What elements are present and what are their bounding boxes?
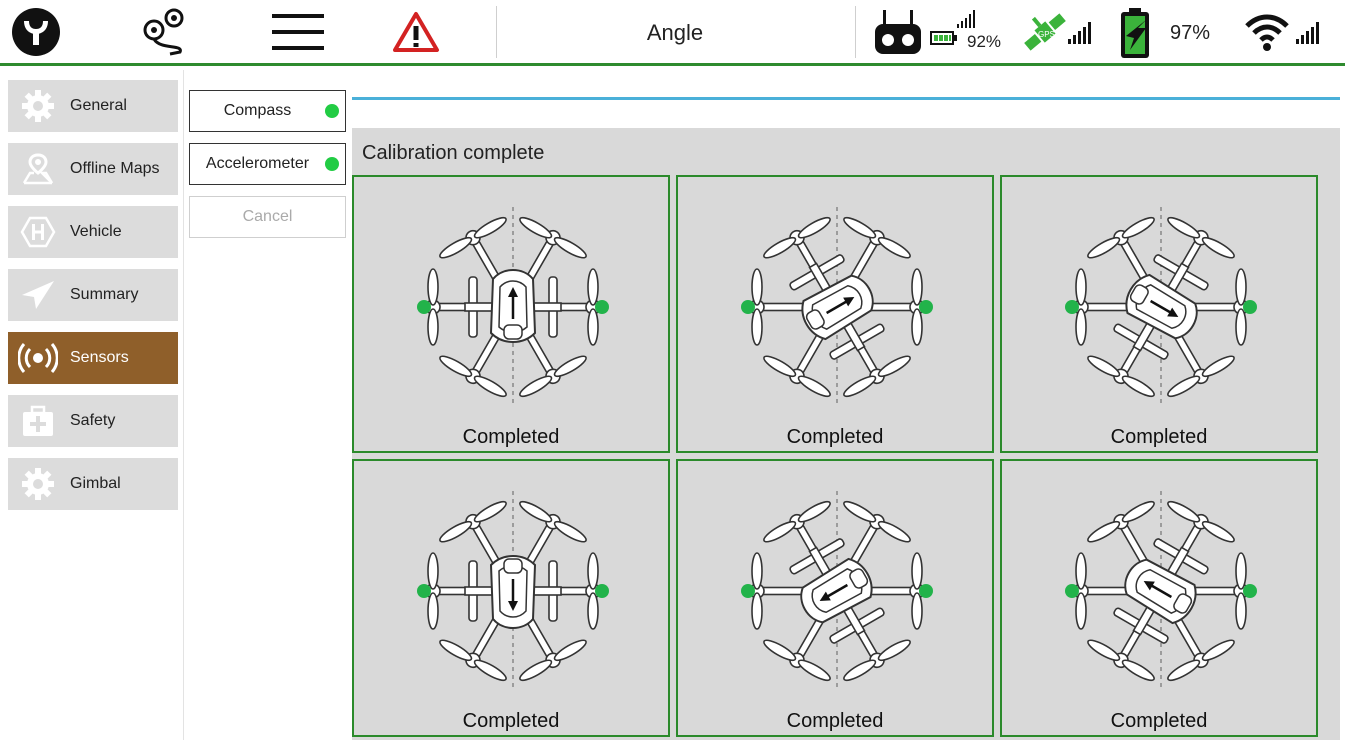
paper-plane-icon (18, 275, 58, 315)
remote-controller-icon[interactable] (873, 6, 923, 58)
drone-orientation-icon (1065, 207, 1257, 407)
sidebar-item-label: Summary (70, 286, 139, 303)
warning-icon[interactable] (392, 6, 440, 58)
sidebar-item-gimbal[interactable]: Gimbal (8, 458, 178, 510)
orientation-cell: Completed (676, 175, 994, 453)
top-toolbar: Angle 92% GPS 97% (0, 0, 1345, 66)
accelerometer-label: Accelerometer (205, 155, 310, 172)
drone-orientation-icon (741, 207, 933, 407)
gps-satellite-icon[interactable]: GPS (1020, 6, 1070, 58)
drone-orientation-icon (417, 491, 609, 691)
gear-icon (18, 464, 58, 504)
sidebar-item-vehicle[interactable]: Vehicle (8, 206, 178, 258)
sensor-icon (18, 338, 58, 378)
first-aid-icon (18, 401, 58, 441)
orientation-cell: Completed (676, 459, 994, 737)
remote-battery-percent: 92% (967, 32, 1002, 51)
wifi-icon[interactable] (1244, 6, 1290, 58)
wifi-signal-icon (1296, 22, 1320, 44)
cancel-button[interactable]: Cancel (189, 196, 346, 238)
settings-sidebar: General Offline Maps Vehicle Summary Sen… (0, 70, 184, 740)
orientation-status-label: Completed (1110, 426, 1208, 448)
vehicle-icon (18, 212, 58, 252)
drone-orientation-icon (741, 491, 933, 691)
vehicle-battery-percent: 97% (1170, 22, 1211, 44)
orientation-status-label: Completed (462, 426, 560, 448)
sidebar-item-summary[interactable]: Summary (8, 269, 178, 321)
sidebar-item-offline-maps[interactable]: Offline Maps (8, 143, 178, 195)
sidebar-item-label: Sensors (70, 349, 129, 366)
sidebar-item-sensors[interactable]: Sensors (8, 332, 178, 384)
sidebar-item-label: Vehicle (70, 223, 122, 240)
sidebar-item-label: Safety (70, 412, 116, 429)
app-logo-icon[interactable] (10, 6, 62, 58)
status-dot (325, 157, 339, 171)
toolbar-divider (855, 6, 856, 58)
compass-label: Compass (223, 102, 292, 119)
status-dot (325, 104, 339, 118)
cancel-label: Cancel (242, 208, 293, 225)
flight-battery-icon[interactable] (1116, 6, 1154, 60)
drone-orientation-icon (417, 207, 609, 407)
drone-orientation-icon (1065, 491, 1257, 691)
orientation-status-label: Completed (786, 710, 884, 732)
orientation-cell: Completed (1000, 175, 1318, 453)
svg-text:GPS: GPS (1038, 30, 1055, 39)
route-pin-icon[interactable] (140, 6, 194, 58)
gear-icon (18, 86, 58, 126)
calibration-status-title: Calibration complete (362, 142, 545, 164)
sidebar-item-label: General (70, 97, 127, 114)
orientation-cell: Completed (352, 175, 670, 453)
sidebar-item-label: Offline Maps (70, 160, 160, 177)
sidebar-item-safety[interactable]: Safety (8, 395, 178, 447)
flight-mode-label[interactable]: Angle (497, 20, 853, 46)
gps-signal-icon (1068, 22, 1092, 44)
signal-icon (957, 10, 977, 28)
calibration-progress-bar (352, 97, 1340, 100)
orientation-cell: Completed (1000, 459, 1318, 737)
orientation-status-label: Completed (1110, 710, 1208, 732)
sidebar-item-label: Gimbal (70, 475, 121, 492)
battery-icon (930, 30, 958, 46)
orientation-cell: Completed (352, 459, 670, 737)
orientation-status-label: Completed (462, 710, 560, 732)
menu-icon[interactable] (270, 6, 326, 58)
accelerometer-calibration-button[interactable]: Accelerometer (189, 143, 346, 185)
sidebar-item-general[interactable]: General (8, 80, 178, 132)
compass-calibration-button[interactable]: Compass (189, 90, 346, 132)
orientation-status-label: Completed (786, 426, 884, 448)
map-icon (18, 149, 58, 189)
